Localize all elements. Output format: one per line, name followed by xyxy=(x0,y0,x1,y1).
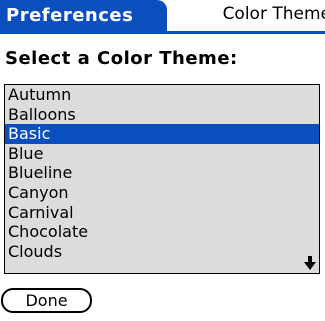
list-item[interactable]: Chocolate xyxy=(5,222,319,242)
scroll-down-arrow-icon[interactable] xyxy=(304,256,316,270)
app-title-tab[interactable]: Preferences xyxy=(0,0,167,31)
done-button[interactable]: Done xyxy=(1,288,92,313)
list-item[interactable]: Carnival xyxy=(5,203,319,223)
theme-list[interactable]: Autumn Balloons Basic Blue Blueline Cany… xyxy=(4,84,320,274)
list-item[interactable]: Blue xyxy=(5,144,319,164)
list-item[interactable]: Clouds xyxy=(5,242,319,262)
app-title: Preferences xyxy=(6,5,134,26)
list-item[interactable]: Autumn xyxy=(5,85,319,105)
list-item[interactable]: Blueline xyxy=(5,163,319,183)
title-bar: Preferences Color Theme xyxy=(0,0,325,34)
list-item[interactable]: Canyon xyxy=(5,183,319,203)
list-item-selected[interactable]: Basic xyxy=(5,124,319,144)
screen-title: Color Theme xyxy=(222,4,325,24)
section-heading: Select a Color Theme: xyxy=(5,48,238,69)
list-item[interactable]: Balloons xyxy=(5,105,319,125)
